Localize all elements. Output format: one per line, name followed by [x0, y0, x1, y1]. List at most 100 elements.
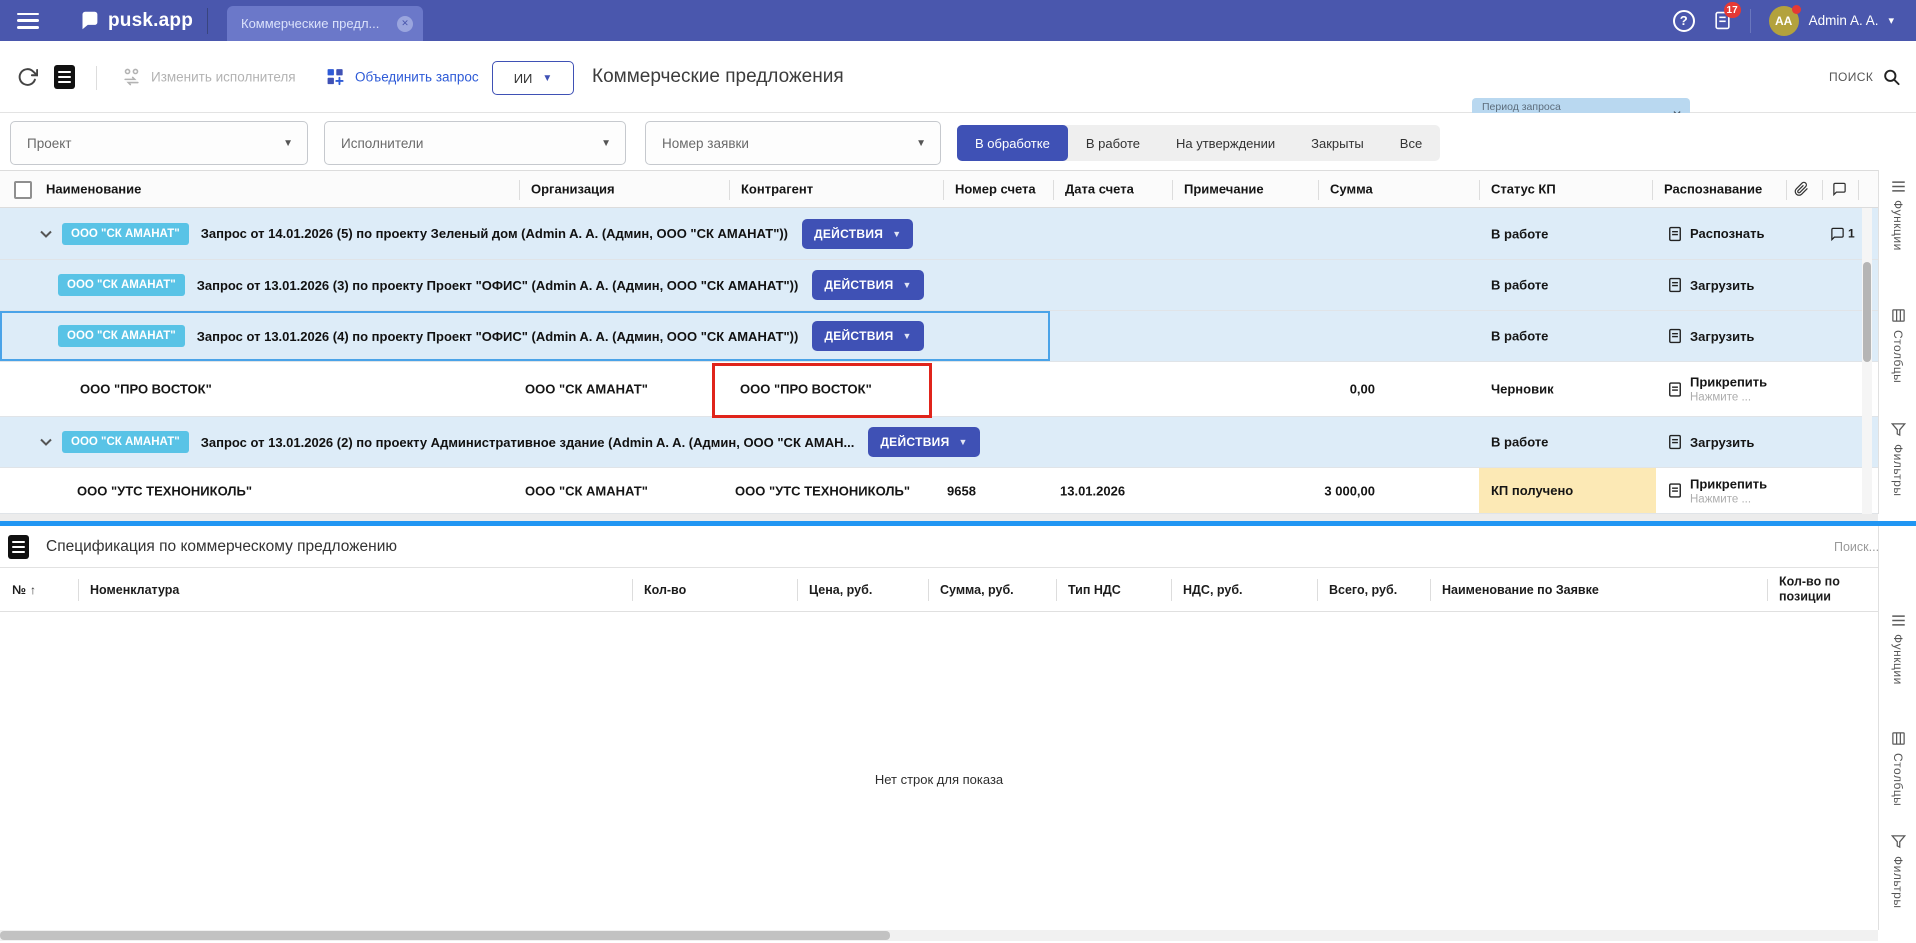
recognition-action[interactable]: Загрузить: [1668, 277, 1754, 293]
offer-name: ООО "ПРО ВОСТОК": [80, 381, 212, 397]
recognition-action[interactable]: Загрузить: [1668, 434, 1754, 450]
rail-columns[interactable]: Столбцы: [1879, 308, 1916, 383]
document-list-icon[interactable]: [54, 64, 75, 89]
vertical-scrollbar[interactable]: [1862, 208, 1872, 514]
tab-close-icon[interactable]: ✕: [397, 15, 413, 32]
notifications-icon[interactable]: 17: [1713, 2, 1741, 32]
actions-button[interactable]: ДЕЙСТВИЯ ▼: [812, 270, 924, 300]
spec-col-vat-type[interactable]: Тип НДС: [1068, 583, 1121, 597]
rail-columns[interactable]: Столбцы: [1879, 731, 1916, 806]
org-badge: ООО "СК АМАНАТ": [58, 274, 185, 296]
change-executor-button[interactable]: Изменить исполнителя: [122, 67, 296, 86]
kp-status: В работе: [1491, 328, 1549, 344]
change-executor-icon: [122, 67, 141, 86]
tab-all[interactable]: Все: [1382, 125, 1440, 161]
attach-hint: Нажмите ...: [1690, 493, 1752, 505]
actions-button[interactable]: ДЕЙСТВИЯ ▼: [812, 321, 924, 351]
actions-button[interactable]: ДЕЙСТВИЯ ▼: [868, 427, 980, 457]
spec-col-total[interactable]: Всего, руб.: [1329, 583, 1397, 597]
actions-button[interactable]: ДЕЙСТВИЯ ▼: [802, 218, 914, 249]
table-row[interactable]: ООО "ПРО ВОСТОК" ООО "СК АМАНАТ" ООО "ПР…: [0, 362, 1878, 417]
spec-col-sum[interactable]: Сумма, руб.: [940, 583, 1014, 597]
offer-invoice-number: 9658: [947, 483, 976, 498]
recognition-action[interactable]: Распознать: [1668, 226, 1764, 242]
rail-filters[interactable]: Фильтры: [1879, 422, 1916, 496]
request-number-filter-dropdown[interactable]: Номер заявки ▼: [645, 121, 941, 165]
table-row[interactable]: ООО "СК АМАНАТ" Запрос от 14.01.2026 (5)…: [0, 208, 1878, 260]
app-logo[interactable]: pusk.app: [79, 10, 193, 32]
filter-bar: Проект ▼ Исполнители ▼ Номер заявки ▼ В …: [0, 113, 1916, 170]
scrollbar-thumb[interactable]: [0, 931, 890, 940]
chevron-down-icon: ▼: [542, 72, 553, 84]
merge-request-button[interactable]: Объединить запрос: [326, 67, 479, 86]
rail-label: Фильтры: [1891, 444, 1905, 497]
chevron-down-icon[interactable]: [40, 438, 52, 446]
chevron-down-icon: ▼: [902, 280, 912, 290]
select-all-checkbox[interactable]: [14, 181, 32, 199]
topbar-divider: [207, 7, 209, 34]
col-name[interactable]: Наименование: [46, 182, 141, 197]
col-invoice-date[interactable]: Дата счета: [1065, 182, 1134, 197]
col-kp-status[interactable]: Статус КП: [1491, 182, 1556, 197]
table-row[interactable]: КП получено ООО "УТС ТЕХНОНИКОЛЬ" ООО "С…: [0, 468, 1878, 514]
spec-col-request-name[interactable]: Наименование по Заявке: [1442, 583, 1599, 597]
rail-functions[interactable]: Функции: [1879, 180, 1916, 251]
ai-dropdown-button[interactable]: ИИ ▼: [492, 61, 574, 95]
rail-label: Столбцы: [1891, 330, 1905, 384]
table-row[interactable]: ООО "СК АМАНАТ" Запрос от 13.01.2026 (2)…: [0, 417, 1878, 468]
tab-on-approval[interactable]: На утверждении: [1158, 125, 1293, 161]
refresh-icon[interactable]: [17, 66, 38, 87]
tab-closed[interactable]: Закрыты: [1293, 125, 1382, 161]
help-icon[interactable]: ?: [1672, 9, 1695, 32]
search-icon[interactable]: [1882, 67, 1901, 86]
attachments-column-icon: [1794, 181, 1809, 197]
actions-label: ДЕЙСТВИЯ: [880, 435, 950, 449]
attach-file-action[interactable]: Прикрепить Нажмите ...: [1668, 375, 1767, 404]
open-tab-commercial-offers[interactable]: Коммерческие предл... ✕: [227, 6, 423, 41]
spec-col-number[interactable]: № ↑: [12, 583, 36, 597]
request-number-filter-label: Номер заявки: [662, 135, 749, 151]
avatar: AA: [1768, 4, 1801, 36]
rail-filters[interactable]: Фильтры: [1879, 834, 1916, 908]
executors-filter-dropdown[interactable]: Исполнители ▼: [324, 121, 626, 165]
search-button[interactable]: поиск: [1829, 70, 1873, 84]
comments-indicator[interactable]: 1: [1830, 226, 1855, 241]
tab-in-work[interactable]: В работе: [1068, 125, 1158, 161]
menu-icon[interactable]: [17, 12, 39, 29]
col-organization[interactable]: Организация: [531, 182, 615, 197]
spec-grid-header: № ↑ Номенклатура Кол-во Цена, руб. Сумма,…: [0, 568, 1878, 612]
scrollbar-thumb[interactable]: [1863, 262, 1871, 362]
user-menu[interactable]: AA Admin A. A. ▾: [1768, 4, 1894, 36]
page-title: Коммерческие предложения: [592, 65, 844, 87]
grid-header: Наименование Организация Контрагент Номе…: [0, 170, 1878, 208]
col-note[interactable]: Примечание: [1184, 182, 1264, 197]
spec-col-qty[interactable]: Кол-во: [644, 583, 686, 597]
col-sum[interactable]: Сумма: [1330, 182, 1373, 197]
horizontal-scrollbar[interactable]: [0, 930, 1878, 941]
spec-col-price[interactable]: Цена, руб.: [809, 583, 872, 597]
rail-functions[interactable]: Функции: [1879, 614, 1916, 685]
tab-in-processing[interactable]: В обработке: [957, 125, 1068, 161]
spec-col-position-qty[interactable]: Кол-во по позиции: [1779, 574, 1871, 605]
recognition-action[interactable]: Загрузить: [1668, 328, 1754, 344]
attach-file-action[interactable]: Прикрепить Нажмите ...: [1668, 476, 1767, 505]
col-recognition[interactable]: Распознавание: [1664, 182, 1762, 197]
merge-request-label: Объединить запрос: [355, 69, 479, 84]
horizontal-scroll-area[interactable]: [0, 514, 1878, 521]
spec-col-vat[interactable]: НДС, руб.: [1183, 583, 1243, 597]
col-contragent[interactable]: Контрагент: [741, 182, 813, 197]
request-title: Запрос от 13.01.2026 (3) по проекту Прое…: [196, 277, 799, 293]
merge-request-icon: [326, 67, 345, 86]
attach-label: Прикрепить: [1690, 476, 1768, 491]
empty-state-message: Нет строк для показа: [874, 772, 1004, 787]
project-filter-dropdown[interactable]: Проект ▼: [10, 121, 308, 165]
table-row[interactable]: ООО "СК АМАНАТ" Запрос от 13.01.2026 (3)…: [0, 260, 1878, 311]
spec-col-nomenclature[interactable]: Номенклатура: [90, 583, 179, 597]
col-invoice-number[interactable]: Номер счета: [955, 182, 1036, 197]
change-executor-label: Изменить исполнителя: [151, 69, 296, 84]
chevron-down-icon: ▼: [958, 437, 968, 447]
chevron-down-icon[interactable]: [40, 230, 52, 238]
table-row-selected[interactable]: ООО "СК АМАНАТ" Запрос от 13.01.2026 (4)…: [0, 311, 1878, 362]
spec-search-input[interactable]: Поиск...: [1834, 540, 1879, 554]
attach-label: Прикрепить: [1690, 374, 1768, 390]
